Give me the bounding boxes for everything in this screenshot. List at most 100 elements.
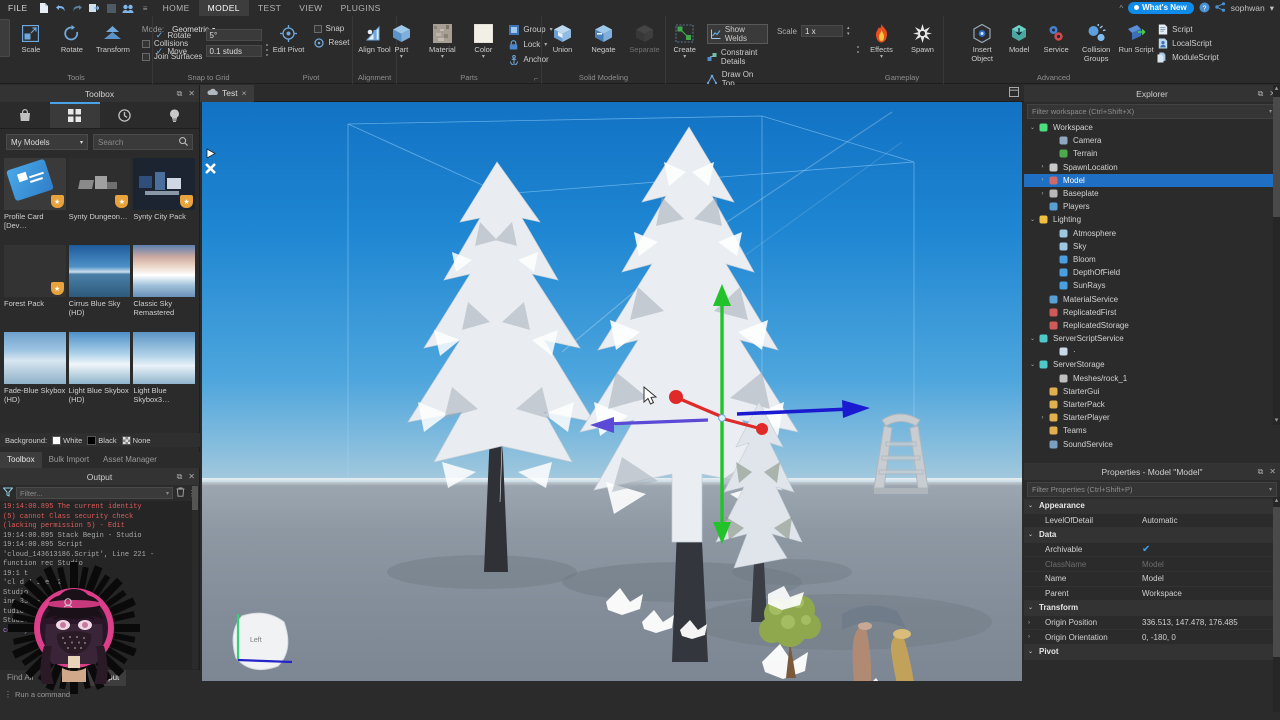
property-category-data[interactable]: ⌄ Data <box>1024 528 1280 543</box>
negate-button[interactable]: Negate <box>584 19 624 55</box>
stop-icon[interactable] <box>205 163 216 177</box>
explorer-node-meshes-rock-1[interactable]: Meshes/rock_1 <box>1024 372 1280 385</box>
property-row-name[interactable]: Name Model <box>1024 572 1280 587</box>
explorer-node-soundservice[interactable]: SoundService <box>1024 438 1280 451</box>
selected-part[interactable]: Left <box>220 602 360 681</box>
property-twisty-icon[interactable]: ⌄ <box>1028 502 1036 509</box>
effects-caret-icon[interactable]: ▾ <box>880 54 883 60</box>
snap-move-value[interactable]: 0.1 studs <box>205 45 262 57</box>
explorer-node--[interactable]: · <box>1024 345 1280 358</box>
grid-icon[interactable] <box>103 0 120 16</box>
publish-icon[interactable] <box>86 0 103 16</box>
pivot-reset-button[interactable]: Reset <box>314 37 349 48</box>
tree-twisty-icon[interactable]: › <box>1038 191 1047 197</box>
explorer-node-sky[interactable]: Sky <box>1024 240 1280 253</box>
background-option-black[interactable]: Black <box>87 435 117 445</box>
material-caret-icon[interactable]: ▾ <box>441 54 444 60</box>
properties-close-icon[interactable]: ✕ <box>1269 467 1276 477</box>
redo-icon[interactable] <box>69 0 86 16</box>
output-scroll-thumb[interactable] <box>192 486 198 510</box>
explorer-scrollbar[interactable]: ▴ ▾ <box>1273 85 1280 425</box>
explorer-node-materialservice[interactable]: MaterialService <box>1024 292 1280 305</box>
explorer-node-teams[interactable]: Teams <box>1024 424 1280 437</box>
explorer-node-atmosphere[interactable]: Atmosphere <box>1024 227 1280 240</box>
background-option-none[interactable]: None <box>121 435 151 445</box>
toolbox-item[interactable]: ★ Profile Card [Dev… <box>4 158 66 241</box>
explorer-node-starterpack[interactable]: StarterPack <box>1024 398 1280 411</box>
undo-icon[interactable] <box>52 0 69 16</box>
scroll-down-arrow-icon[interactable]: ▾ <box>1273 417 1280 425</box>
funnel-icon[interactable] <box>2 484 14 502</box>
property-row-origin-position[interactable]: › Origin Position 336.513, 147.478, 176.48… <box>1024 616 1280 631</box>
toolbox-item[interactable]: Light Blue Skybox3… <box>133 332 195 415</box>
tree-twisty-icon[interactable]: ⌄ <box>1028 216 1037 223</box>
toolbox-search-input[interactable]: Search <box>93 134 193 150</box>
toolbox-category-select[interactable]: My Models ▾ <box>6 134 88 150</box>
run-script-button[interactable]: Run Script <box>1118 19 1154 55</box>
explorer-filter-input[interactable]: Filter workspace (Ctrl+Shift+X) ▾ <box>1027 104 1277 119</box>
explorer-node-startergui[interactable]: StarterGui <box>1024 385 1280 398</box>
whats-new-button[interactable]: What's New <box>1128 2 1194 14</box>
viewport-tab-close-icon[interactable]: × <box>242 88 247 98</box>
property-value[interactable]: Workspace <box>1142 589 1280 598</box>
snap-rotate-value[interactable]: 5° <box>205 29 262 41</box>
separate-button[interactable]: Separate <box>625 19 665 55</box>
toolbox-item[interactable]: Fade-Blue Skybox (HD) <box>4 332 66 415</box>
properties-scroll-thumb[interactable] <box>1273 507 1280 657</box>
toolbox-item[interactable]: Classic Sky Remastered <box>133 245 195 328</box>
property-checkbox[interactable]: ✔ <box>1142 544 1150 555</box>
toolbox-undock-icon[interactable]: ⧉ <box>177 89 183 99</box>
question-circle-icon[interactable]: ? <box>1199 2 1210 15</box>
effects-button[interactable]: Effects ▾ <box>862 19 902 60</box>
ribbon-tab-home[interactable]: HOME <box>154 0 199 16</box>
toolbox-tab-inventory[interactable] <box>49 102 100 128</box>
pivot-snap-checkbox[interactable]: Snap <box>313 24 350 33</box>
property-category-transform[interactable]: ⌄ Transform <box>1024 601 1280 616</box>
scale-value[interactable]: 1 x <box>800 25 843 37</box>
explorer-node-serverscriptservice[interactable]: ⌄ ServerScriptService <box>1024 332 1280 345</box>
dock-tab-asset-manager[interactable]: Asset Manager <box>96 452 164 468</box>
tree-twisty-icon[interactable]: ⌄ <box>1028 361 1037 368</box>
tree-twisty-icon[interactable]: ⌄ <box>1028 335 1037 342</box>
color-caret-icon[interactable]: ▾ <box>482 54 485 60</box>
tree-twisty-icon[interactable]: › <box>1038 164 1047 170</box>
property-value[interactable]: 336.513, 147.478, 176.485 <box>1142 618 1280 627</box>
model-import-button[interactable]: Model <box>1001 19 1037 55</box>
property-value[interactable]: 0, -180, 0 <box>1142 633 1280 642</box>
collision-groups-button[interactable]: Collision Groups <box>1075 19 1117 63</box>
property-value[interactable]: Model <box>1142 574 1280 583</box>
3d-viewport[interactable]: Left <box>202 102 1022 681</box>
union-button[interactable]: Union <box>543 19 583 55</box>
trash-icon[interactable] <box>176 484 185 502</box>
explorer-node-camera[interactable]: Camera <box>1024 134 1280 147</box>
explorer-node-terrain[interactable]: Terrain <box>1024 147 1280 160</box>
parts-dialog-launcher-icon[interactable]: ⌐ <box>534 76 538 83</box>
explorer-tree[interactable]: ⌄ Workspace Camera Terrain › SpawnLocation › Mo… <box>1024 121 1280 461</box>
property-twisty-icon[interactable]: ⌄ <box>1028 604 1036 611</box>
viewport-tab-test[interactable]: Test × <box>200 84 254 102</box>
tree-twisty-icon[interactable]: ⌄ <box>1028 124 1037 131</box>
scroll-up-arrow-icon[interactable]: ▴ <box>1273 497 1280 505</box>
scale-tool-button[interactable]: Scale <box>11 19 51 55</box>
explorer-node-model[interactable]: › Model <box>1024 173 1280 187</box>
create-constraint-button[interactable]: Create ▾ <box>668 19 702 60</box>
play-icon[interactable] <box>205 148 216 162</box>
properties-filter-input[interactable]: Filter Properties (Ctrl+Shift+P) ▾ <box>1027 482 1277 497</box>
new-file-icon[interactable] <box>35 0 52 16</box>
explorer-node-bloom[interactable]: Bloom <box>1024 253 1280 266</box>
explorer-node-starterplayer[interactable]: › StarterPlayer <box>1024 411 1280 424</box>
user-menu-caret[interactable]: ▾ <box>1270 3 1274 14</box>
toolbox-item[interactable]: Light Blue Skybox (HD) <box>68 332 131 415</box>
explorer-node-workspace[interactable]: ⌄ Workspace <box>1024 121 1280 134</box>
explorer-node-baseplate[interactable]: › Baseplate <box>1024 187 1280 200</box>
output-close-icon[interactable]: ✕ <box>188 472 195 482</box>
part-caret-icon[interactable]: ▾ <box>400 54 403 60</box>
ribbon-tab-view[interactable]: VIEW <box>290 0 331 16</box>
scroll-up-arrow-icon[interactable]: ▴ <box>1273 85 1280 93</box>
property-twisty-icon[interactable]: › <box>1028 634 1036 640</box>
explorer-node-replicatedstorage[interactable]: ReplicatedStorage <box>1024 319 1280 332</box>
ribbon-tab-plugins[interactable]: PLUGINS <box>332 0 390 16</box>
toolbox-tab-marketplace[interactable] <box>0 102 50 128</box>
property-twisty-icon[interactable]: ⌄ <box>1028 648 1036 655</box>
properties-undock-icon[interactable]: ⧉ <box>1258 467 1264 477</box>
